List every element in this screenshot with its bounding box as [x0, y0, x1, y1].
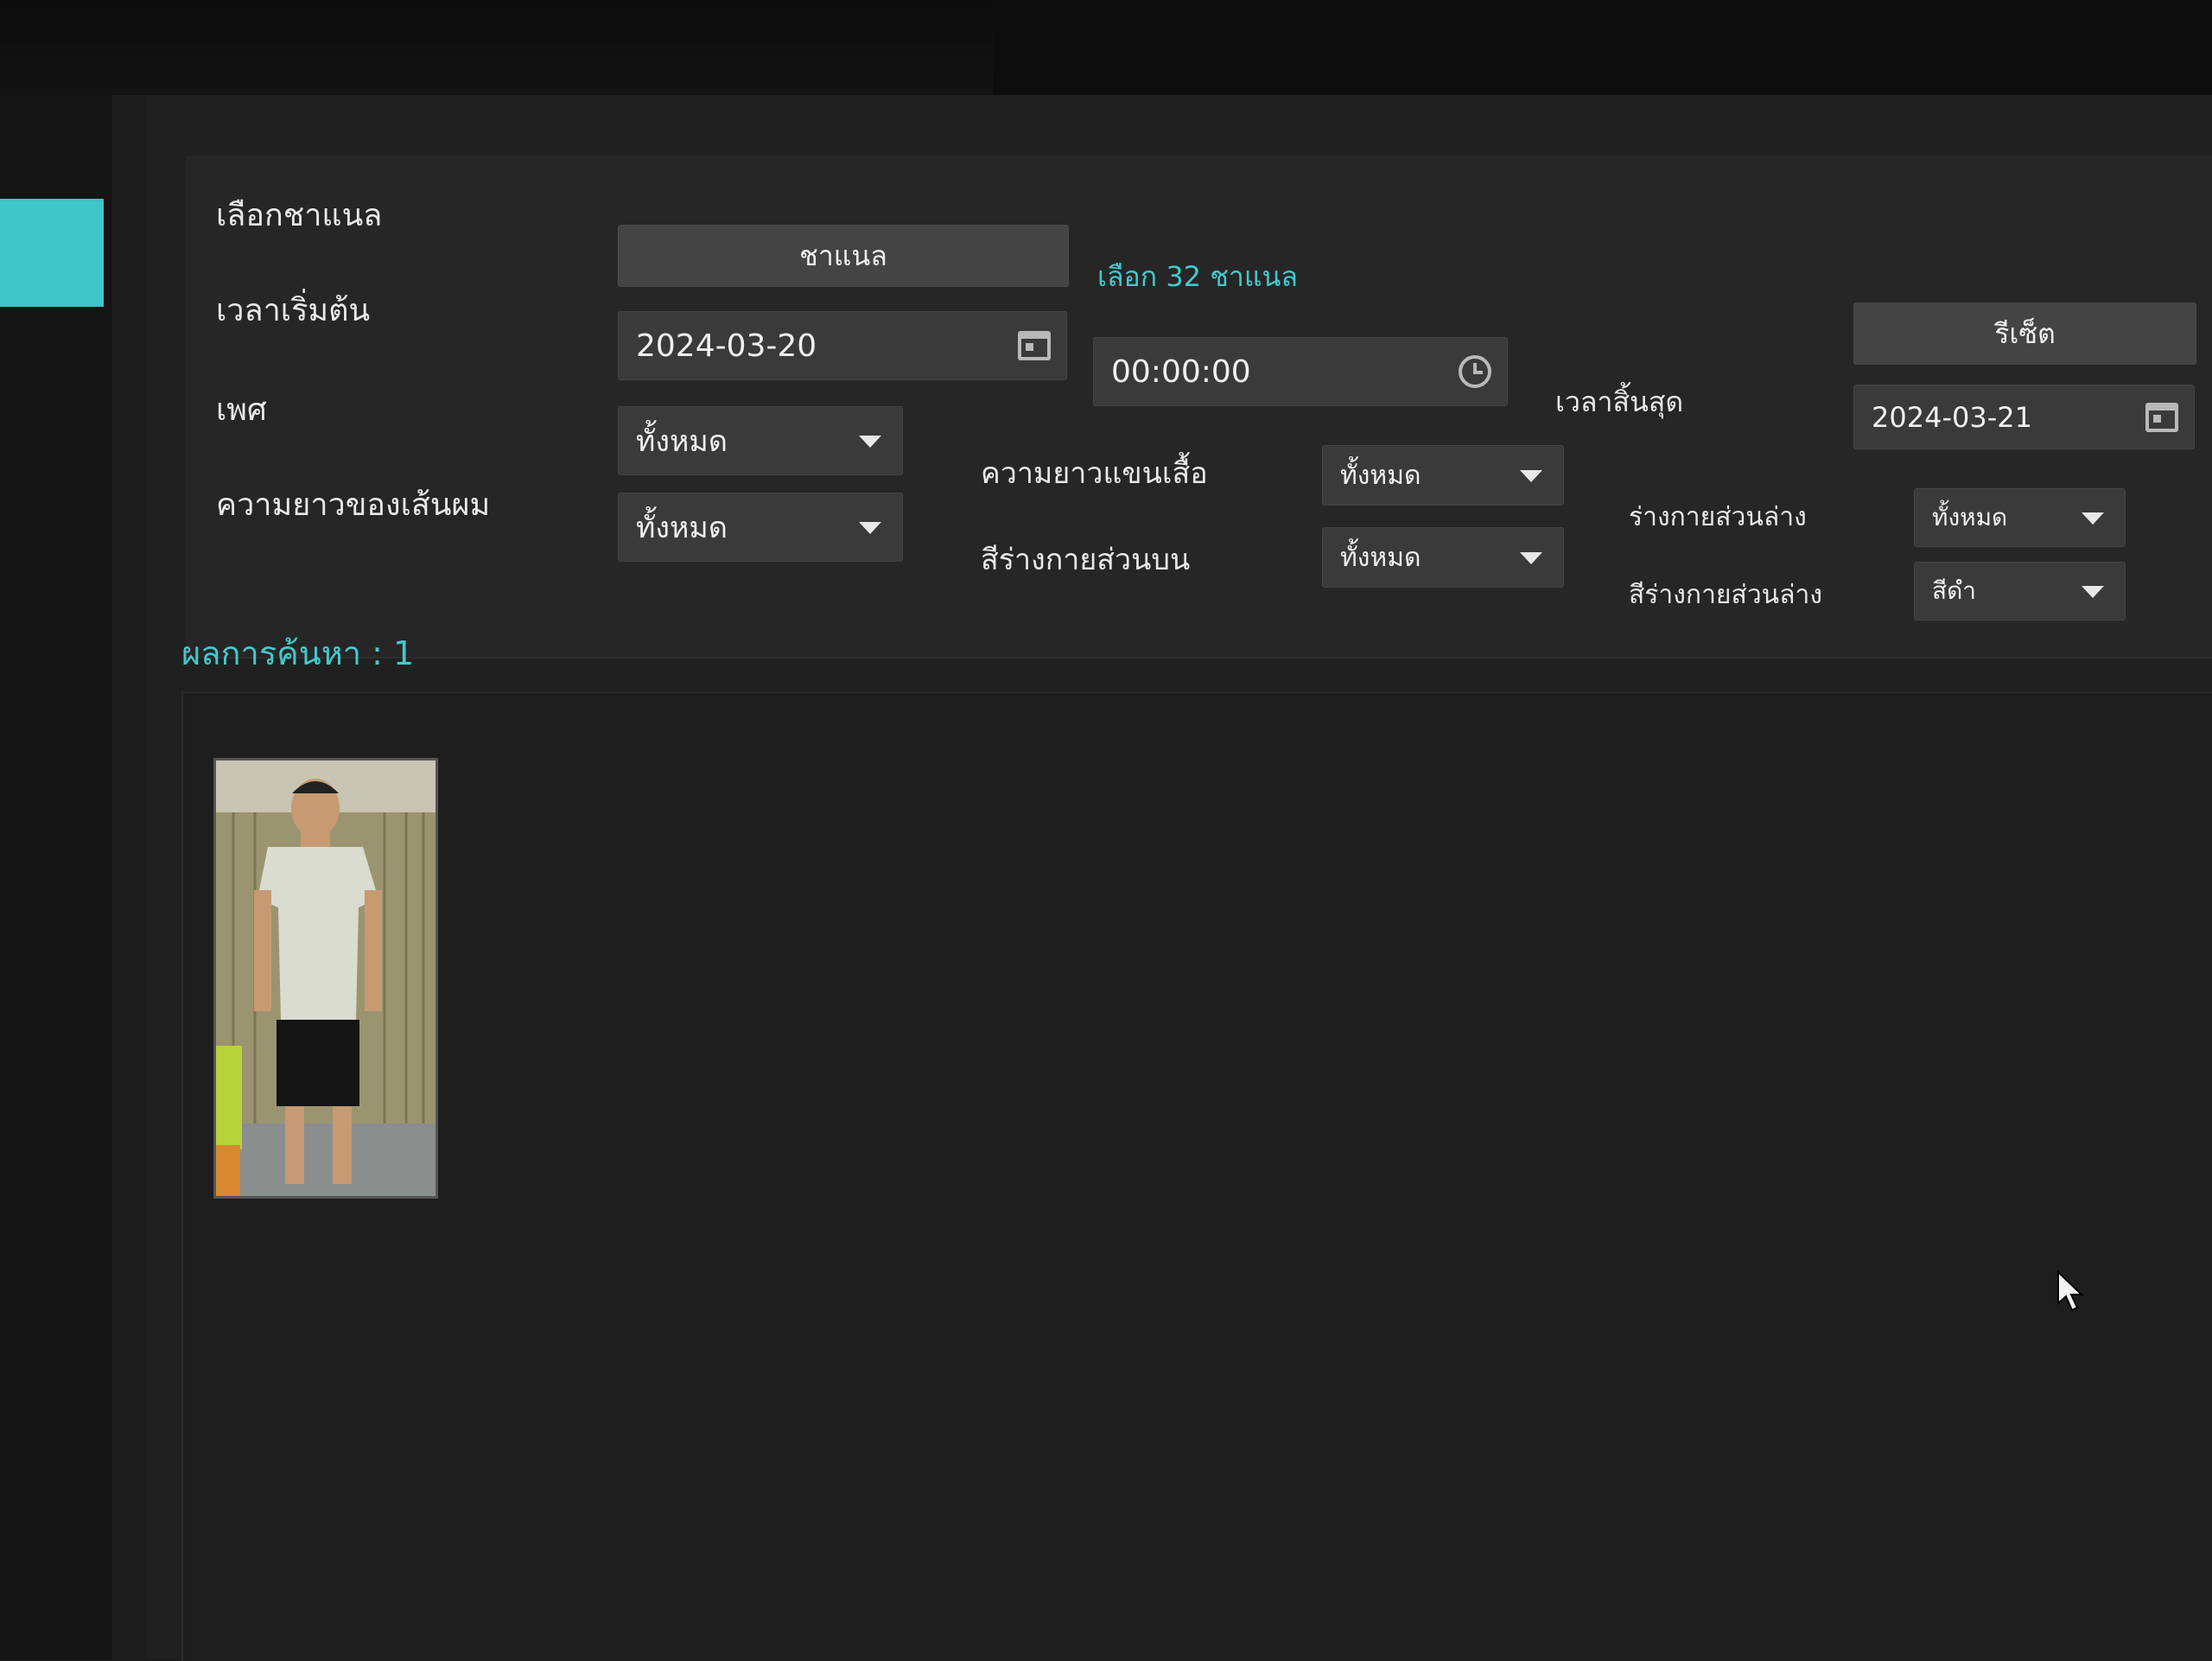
lower-body-select-value: ทั้งหมด [1932, 503, 2008, 531]
mouse-cursor-icon [2057, 1270, 2084, 1312]
upper-color-label: สีร่างกายส่วนบน [981, 543, 1191, 577]
calendar-icon[interactable] [2145, 402, 2178, 432]
app-screen: เลือกชาแนล ชาแนล เลือก 32 ชาแนล รีเซ็ต เ… [0, 95, 2212, 1661]
side-panel [0, 95, 112, 1659]
lower-body-label: ร่างกายส่วนล่าง [1629, 502, 1807, 532]
gender-label: เพศ [216, 392, 267, 428]
start-date-field[interactable]: 2024-03-20 [618, 311, 1067, 380]
reset-button[interactable]: รีเซ็ต [1853, 302, 2196, 365]
start-time-field[interactable]: 00:00:00 [1093, 337, 1508, 406]
side-divider [112, 95, 147, 1659]
chevron-down-icon [1520, 470, 1542, 482]
start-time-label: เวลาเริ่มต้น [216, 293, 371, 328]
end-date-field[interactable]: 2024-03-21 [1853, 385, 2195, 449]
results-count: ผลการค้นหา : 1 [181, 634, 415, 672]
person-snapshot [216, 760, 435, 1196]
clock-icon[interactable] [1459, 355, 1491, 388]
lower-color-select[interactable]: สีดำ [1914, 562, 2126, 620]
end-date-value: 2024-03-21 [1872, 400, 2032, 434]
channel-button[interactable]: ชาแนล [618, 225, 1069, 287]
sleeve-length-select[interactable]: ทั้งหมด [1322, 445, 1564, 506]
chevron-down-icon [2082, 586, 2104, 598]
results-grid [181, 691, 2212, 1661]
upper-color-select[interactable]: ทั้งหมด [1322, 527, 1564, 588]
chevron-down-icon [859, 436, 881, 448]
gender-select[interactable]: ทั้งหมด [618, 406, 903, 475]
lower-color-select-value: สีดำ [1932, 576, 1976, 605]
hair-length-select-value: ทั้งหมด [636, 511, 728, 545]
chevron-down-icon [859, 522, 881, 534]
sleeve-length-label: ความยาวแขนเสื้อ [981, 456, 1208, 491]
gender-select-value: ทั้งหมด [636, 424, 728, 459]
selected-nav-item[interactable] [0, 199, 104, 307]
filter-panel: เลือกชาแนล ชาแนล เลือก 32 ชาแนล รีเซ็ต เ… [186, 156, 2212, 659]
channel-selected-count[interactable]: เลือก 32 ชาแนล [1097, 255, 1298, 299]
chevron-down-icon [2082, 512, 2104, 525]
hair-length-select[interactable]: ทั้งหมด [618, 493, 903, 562]
calendar-icon[interactable] [1018, 331, 1051, 360]
hair-length-label: ความยาวของเส้นผม [216, 487, 491, 523]
start-time-value: 00:00:00 [1111, 353, 1251, 390]
end-time-label: เวลาสิ้นสุด [1555, 385, 1684, 418]
lower-body-select[interactable]: ทั้งหมด [1914, 488, 2126, 547]
lower-color-label: สีร่างกายส่วนล่าง [1629, 580, 1823, 610]
chevron-down-icon [1520, 552, 1542, 564]
channel-label: เลือกชาแนล [216, 198, 383, 233]
sleeve-length-select-value: ทั้งหมด [1340, 460, 1421, 491]
result-thumbnail[interactable] [213, 758, 438, 1199]
start-date-value: 2024-03-20 [636, 328, 817, 364]
upper-color-select-value: ทั้งหมด [1340, 542, 1421, 573]
